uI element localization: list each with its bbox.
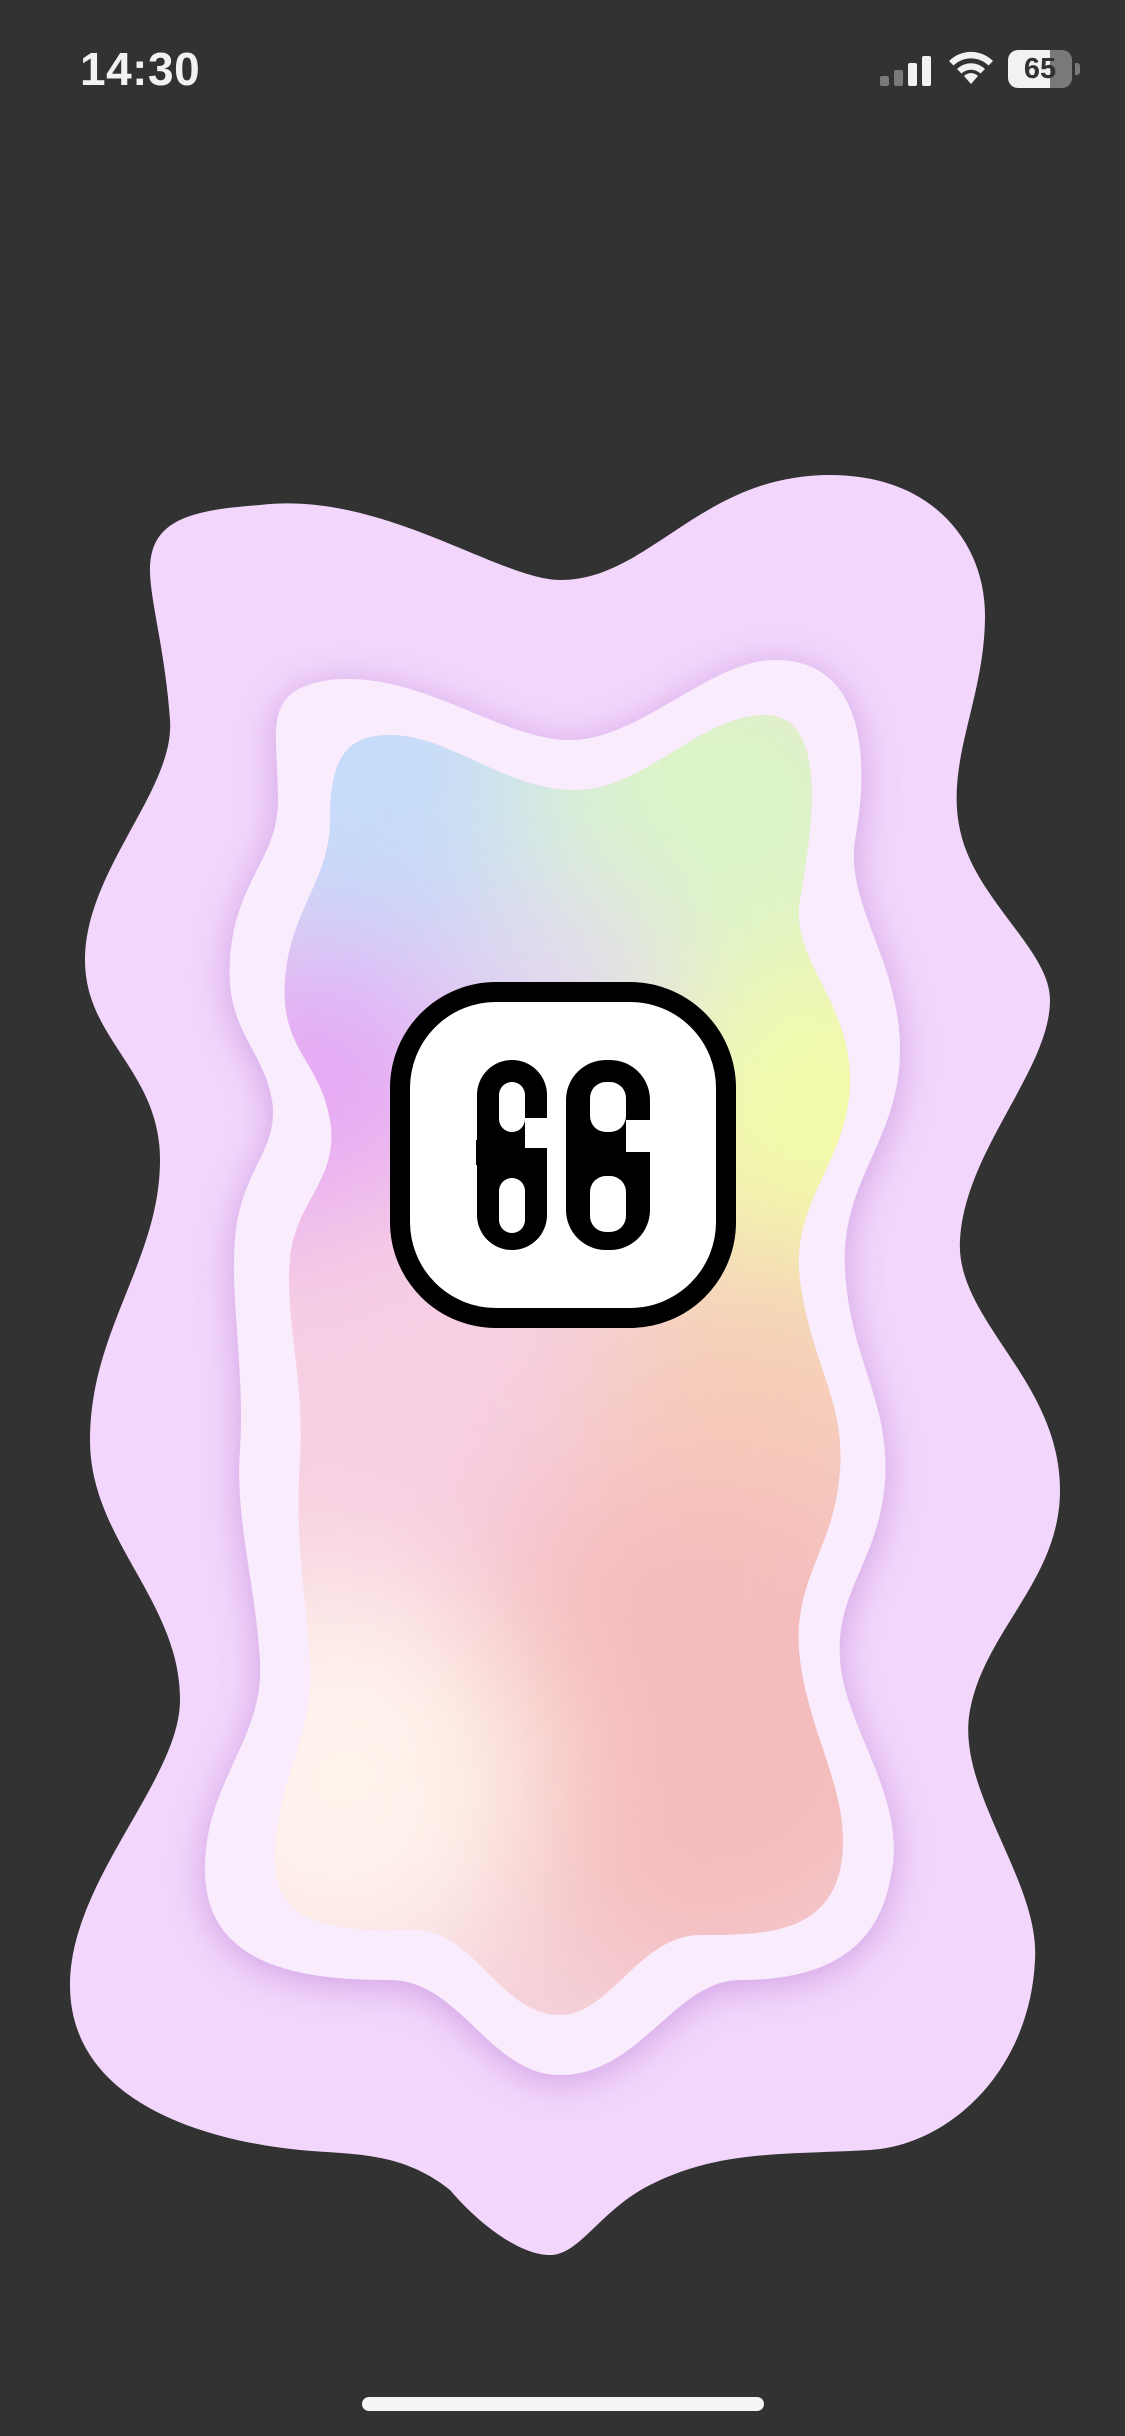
battery-percent-label: 65 bbox=[1023, 53, 1057, 85]
status-bar: 14:30 65 bbox=[0, 0, 1125, 140]
home-indicator[interactable] bbox=[362, 2397, 764, 2411]
cellular-signal-icon bbox=[880, 56, 931, 86]
logo-digit-right bbox=[566, 1060, 654, 1250]
battery-icon: 65 bbox=[1008, 50, 1082, 88]
app-logo-66 bbox=[390, 982, 736, 1328]
wifi-icon bbox=[949, 51, 993, 84]
battery-body: 65 bbox=[1008, 50, 1072, 88]
battery-cap bbox=[1075, 63, 1080, 75]
status-time: 14:30 bbox=[80, 43, 201, 95]
lock-screen: 14:30 65 bbox=[0, 0, 1125, 2436]
logo-digit-left bbox=[476, 1060, 551, 1250]
wallpaper-art bbox=[70, 475, 1060, 2255]
